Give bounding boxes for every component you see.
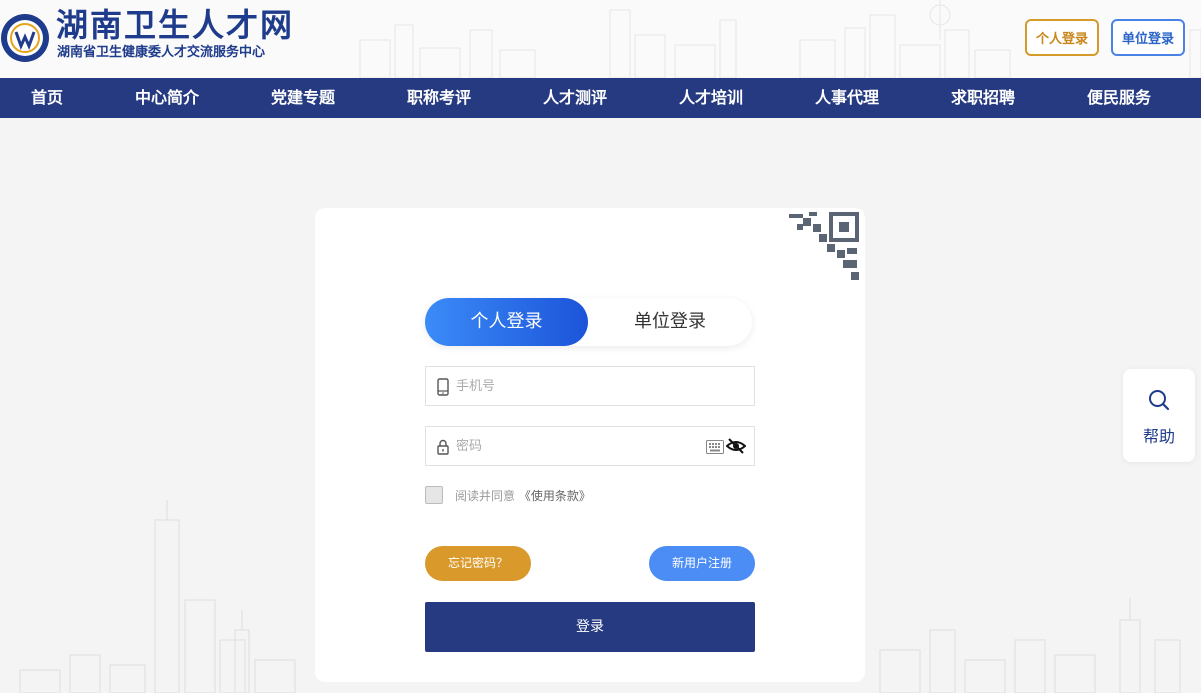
terms-agreement-text: 阅读并同意 《使用条款》	[455, 487, 591, 504]
site-subtitle: 湖南省卫生健康委人才交流服务中心	[57, 45, 266, 60]
keyboard-icon[interactable]	[706, 440, 724, 454]
qr-code-icon[interactable]	[789, 210, 863, 286]
login-type-tabs: 个人登录 单位登录	[425, 298, 752, 346]
nav-item-home[interactable]: 首页	[31, 78, 63, 118]
nav-item-talent-assessment[interactable]: 人才测评	[543, 78, 607, 118]
terms-link[interactable]: 《使用条款》	[519, 489, 591, 503]
terms-checkbox[interactable]	[425, 486, 443, 504]
tab-personal-login[interactable]: 个人登录	[425, 298, 588, 346]
phone-input[interactable]	[456, 367, 696, 405]
nav-item-talent-training[interactable]: 人才培训	[679, 78, 743, 118]
eye-slash-icon[interactable]	[726, 437, 746, 455]
search-icon	[1149, 390, 1170, 411]
tab-unit-login[interactable]: 单位登录	[588, 298, 752, 346]
nav-item-public-services[interactable]: 便民服务	[1087, 78, 1151, 118]
login-submit-button[interactable]: 登录	[425, 602, 755, 652]
help-widget[interactable]: 帮助	[1123, 369, 1195, 462]
site-logo[interactable]	[0, 13, 50, 63]
nav-item-personnel-agency[interactable]: 人事代理	[815, 78, 879, 118]
nav-item-about[interactable]: 中心简介	[135, 78, 199, 118]
main-nav: 首页 中心简介 党建专题 职称考评 人才测评 人才培训 人事代理 求职招聘 便民…	[0, 78, 1201, 118]
register-button[interactable]: 新用户注册	[649, 546, 755, 581]
site-title: 湖南卫生人才网	[56, 6, 295, 44]
nav-item-job-recruitment[interactable]: 求职招聘	[951, 78, 1015, 118]
lock-icon	[437, 439, 449, 455]
help-label: 帮助	[1142, 427, 1175, 446]
forgot-password-button[interactable]: 忘记密码？	[425, 546, 531, 581]
agree-label: 阅读并同意	[455, 489, 516, 503]
password-input[interactable]	[456, 427, 696, 465]
header-personal-login-button[interactable]: 个人登录	[1025, 19, 1099, 56]
phone-icon	[437, 378, 449, 396]
password-field	[425, 426, 755, 466]
phone-field	[425, 366, 755, 406]
nav-item-party[interactable]: 党建专题	[271, 78, 335, 118]
header-unit-login-button[interactable]: 单位登录	[1111, 19, 1185, 56]
login-card: 个人登录 单位登录 手机号 阅读并同意 《使用条款》 忘记密码？ 新用户注册 登…	[315, 208, 865, 682]
nav-item-title-evaluation[interactable]: 职称考评	[407, 78, 471, 118]
site-header: 湖南卫生人才网 湖南省卫生健康委人才交流服务中心 个人登录 单位登录	[0, 0, 1201, 78]
